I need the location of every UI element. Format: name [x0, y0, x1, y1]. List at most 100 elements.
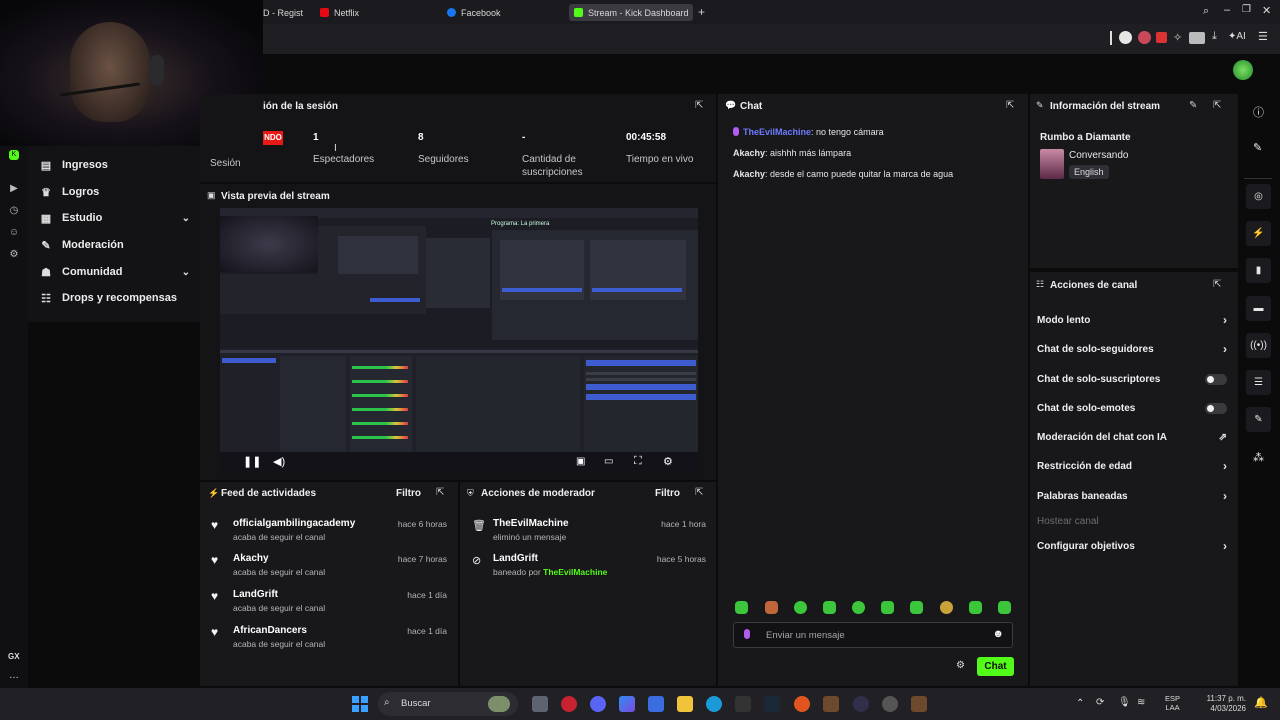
- avatar[interactable]: [1233, 60, 1253, 80]
- chat-username[interactable]: Akachy: [733, 148, 765, 158]
- screenshot-icon[interactable]: [1189, 32, 1205, 44]
- share-icon[interactable]: ⁂: [1253, 451, 1264, 464]
- app-icon[interactable]: [735, 696, 751, 712]
- fullscreen-icon[interactable]: ⛶: [634, 455, 642, 468]
- age-restriction-row[interactable]: Restricción de edad ›: [1037, 458, 1227, 474]
- emote-icon[interactable]: [765, 601, 778, 614]
- language-indicator[interactable]: ESP LAA: [1165, 694, 1180, 712]
- emote-icon[interactable]: [940, 601, 953, 614]
- tab-facebook[interactable]: Facebook: [442, 4, 562, 21]
- maximize-icon[interactable]: ❐: [1242, 4, 1251, 15]
- play-icon[interactable]: ▶: [7, 182, 21, 196]
- edge-icon[interactable]: [706, 696, 722, 712]
- taskbar-search[interactable]: ⌕ Buscar: [378, 692, 518, 716]
- extension-icon[interactable]: [1138, 31, 1151, 44]
- popout-icon[interactable]: ⇱: [1213, 279, 1221, 290]
- tab-netflix[interactable]: Netflix: [315, 4, 435, 21]
- stream-preview-video[interactable]: Programa: La primera: [220, 208, 698, 474]
- sidebar-item-drops[interactable]: ☷ Drops y recompensas: [40, 288, 190, 308]
- clock-icon[interactable]: ◷: [7, 204, 21, 218]
- banned-words-row[interactable]: Palabras baneadas ›: [1037, 488, 1227, 504]
- emote-icon[interactable]: [881, 601, 894, 614]
- tab-kick-dashboard[interactable]: Stream - Kick Dashboard: [569, 4, 693, 21]
- chat-username[interactable]: TheEvilMachine: [743, 127, 811, 137]
- notification-bell-icon[interactable]: 🔔: [1254, 696, 1268, 709]
- rail-clipboard-button[interactable]: ▮: [1246, 258, 1271, 283]
- slow-mode-row[interactable]: Modo lento ›: [1037, 312, 1227, 328]
- mod-filter-button[interactable]: Filtro: [655, 488, 680, 499]
- steam-icon[interactable]: [764, 696, 780, 712]
- theater-icon[interactable]: ▭: [604, 456, 613, 467]
- discord-icon[interactable]: [590, 696, 606, 712]
- emote-icon[interactable]: [794, 601, 807, 614]
- store-icon[interactable]: [648, 696, 664, 712]
- tab-registro[interactable]: D - Regist: [258, 4, 308, 21]
- kick-logo-icon[interactable]: K: [9, 150, 19, 160]
- pause-icon[interactable]: ❚❚: [243, 455, 261, 468]
- feed-username[interactable]: LandGrift: [233, 589, 278, 600]
- pencil-icon[interactable]: ✎: [1253, 141, 1262, 154]
- task-view-icon[interactable]: [532, 696, 548, 712]
- volume-icon[interactable]: ◀): [273, 455, 285, 468]
- app-icon[interactable]: [794, 696, 810, 712]
- rail-camera-button[interactable]: ◎: [1246, 184, 1271, 209]
- sidebar-item-estudio[interactable]: ▦ Estudio ⌄: [40, 208, 190, 228]
- activity-filter-button[interactable]: Filtro: [396, 488, 421, 499]
- league-icon[interactable]: [823, 696, 839, 712]
- obs-icon[interactable]: [853, 696, 869, 712]
- feed-username[interactable]: AfricanDancers: [233, 625, 307, 636]
- feed-username[interactable]: officialgambilingacademy: [233, 518, 355, 529]
- app-icon[interactable]: [882, 696, 898, 712]
- clock[interactable]: 11:37 p. m. 4/03/2026: [1196, 694, 1246, 714]
- gear-icon[interactable]: ⚙: [7, 248, 21, 262]
- windows-start-icon[interactable]: [352, 696, 368, 712]
- search-icon[interactable]: ⌕: [1203, 5, 1209, 18]
- feed-username[interactable]: Akachy: [233, 553, 269, 564]
- chat-username[interactable]: Akachy: [733, 169, 765, 179]
- emote-icon[interactable]: [823, 601, 836, 614]
- category-thumbnail[interactable]: [1040, 149, 1064, 179]
- community-icon[interactable]: ☺: [7, 226, 21, 240]
- sidebar-item-ingresos[interactable]: ▤ Ingresos: [40, 155, 190, 175]
- tray-chevron-icon[interactable]: ⌃: [1076, 698, 1084, 709]
- popout-icon[interactable]: ⇱: [695, 487, 703, 498]
- sidebar-item-moderacion[interactable]: ✎ Moderación: [40, 235, 190, 255]
- rail-wrench-button[interactable]: ✎: [1246, 407, 1271, 432]
- menu-icon[interactable]: ☰: [1258, 30, 1268, 43]
- tray-app-icon[interactable]: ⟳: [1096, 697, 1104, 708]
- rail-chat-button[interactable]: ▬: [1246, 296, 1271, 321]
- pip-icon[interactable]: ▣: [576, 456, 585, 467]
- sidebar-item-logros[interactable]: ♛ Logros: [40, 182, 190, 202]
- puzzle-icon[interactable]: ✧: [1173, 31, 1182, 44]
- new-tab-button[interactable]: +: [698, 5, 705, 19]
- chat-settings-icon[interactable]: ⚙: [956, 660, 965, 671]
- subscribers-only-toggle[interactable]: [1205, 373, 1227, 385]
- info-icon[interactable]: ⓘ: [1253, 104, 1264, 120]
- sidebar-item-comunidad[interactable]: ☗ Comunidad ⌄: [40, 262, 190, 282]
- popout-icon[interactable]: ⇱: [695, 100, 703, 111]
- ai-button[interactable]: ✦AI: [1228, 31, 1246, 42]
- emote-icon[interactable]: [969, 601, 982, 614]
- emote-icon[interactable]: [735, 601, 748, 614]
- rail-bolt-button[interactable]: ⚡: [1246, 221, 1271, 246]
- copilot-icon[interactable]: [619, 696, 635, 712]
- mod-username[interactable]: LandGrift: [493, 553, 538, 564]
- rail-broadcast-button[interactable]: ((•)): [1246, 333, 1271, 358]
- extension-icon[interactable]: [1119, 31, 1132, 44]
- chat-input-box[interactable]: Enviar un mensaje ☻: [733, 622, 1013, 648]
- goals-row[interactable]: Configurar objetivos ›: [1037, 538, 1227, 554]
- chat-send-button[interactable]: Chat: [977, 657, 1014, 676]
- emotes-only-toggle[interactable]: [1205, 402, 1227, 414]
- microphone-icon[interactable]: 🎙: [1118, 697, 1131, 708]
- mod-username[interactable]: TheEvilMachine: [493, 518, 569, 529]
- popout-icon[interactable]: ⇱: [1213, 100, 1221, 111]
- settings-gear-icon[interactable]: ⚙: [663, 455, 673, 468]
- edit-icon[interactable]: ✎: [1189, 100, 1197, 111]
- popout-icon[interactable]: ⇱: [436, 487, 444, 498]
- emote-icon[interactable]: [852, 601, 865, 614]
- download-icon[interactable]: ⤓: [1212, 30, 1217, 43]
- wifi-icon[interactable]: ≋: [1137, 697, 1145, 708]
- emoji-icon[interactable]: ☻: [992, 628, 1004, 640]
- more-icon[interactable]: …: [9, 670, 19, 681]
- rail-layers-button[interactable]: ☰: [1246, 370, 1271, 395]
